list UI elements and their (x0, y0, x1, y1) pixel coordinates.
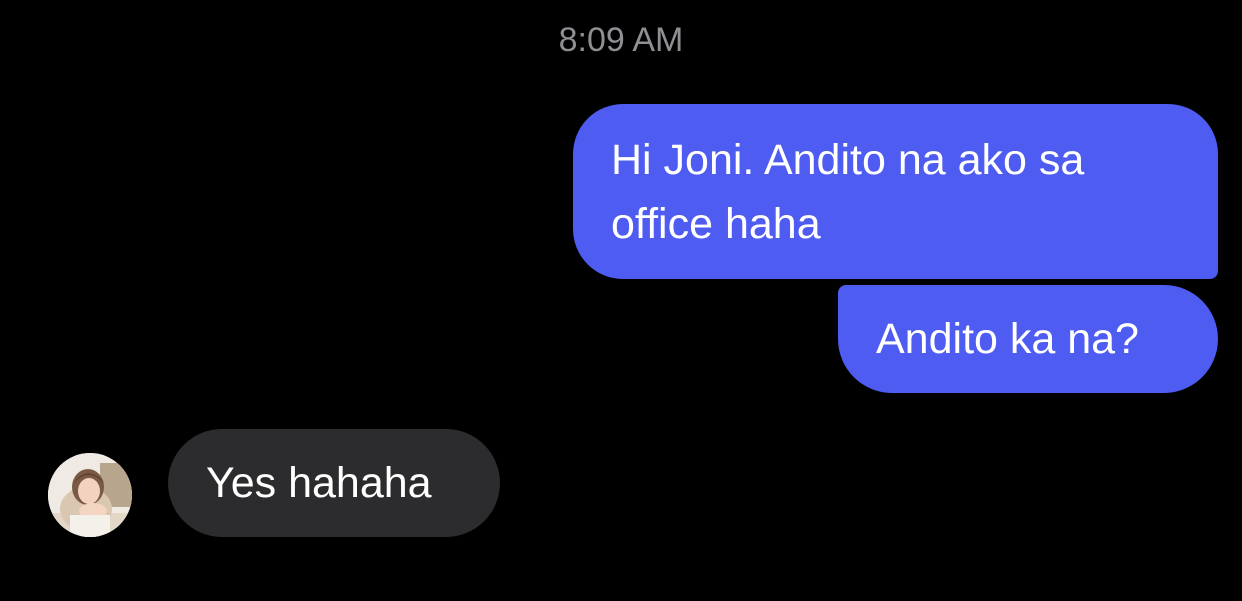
message-timestamp: 8:09 AM (558, 21, 684, 59)
avatar-photo-icon (48, 453, 132, 537)
outgoing-message-bubble[interactable]: Andito ka na? (838, 285, 1218, 393)
incoming-message-bubble[interactable]: Yes hahaha (168, 429, 500, 537)
outgoing-message-bubble[interactable]: Hi Joni. Andito na ako sa office haha (573, 104, 1218, 279)
contact-avatar[interactable] (48, 453, 132, 537)
